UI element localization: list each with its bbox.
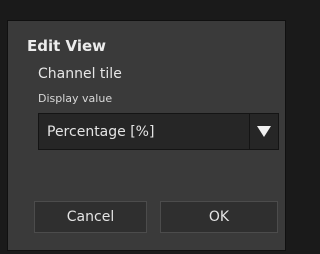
display-value-select[interactable]: Percentage [%]: [38, 113, 279, 150]
display-value-selected: Percentage [%]: [47, 123, 155, 140]
channel-tile-label: Channel tile: [38, 66, 122, 82]
triangle-down-icon[interactable]: [250, 114, 278, 149]
dialog-title: Edit View: [27, 37, 107, 55]
triangle-down-icon-svg: [257, 126, 271, 137]
cancel-button[interactable]: Cancel: [34, 201, 147, 233]
display-value-label: Display value: [38, 92, 113, 105]
ok-button[interactable]: OK: [160, 201, 278, 233]
edit-view-dialog: Edit View Channel tile Display value Per…: [7, 20, 286, 251]
